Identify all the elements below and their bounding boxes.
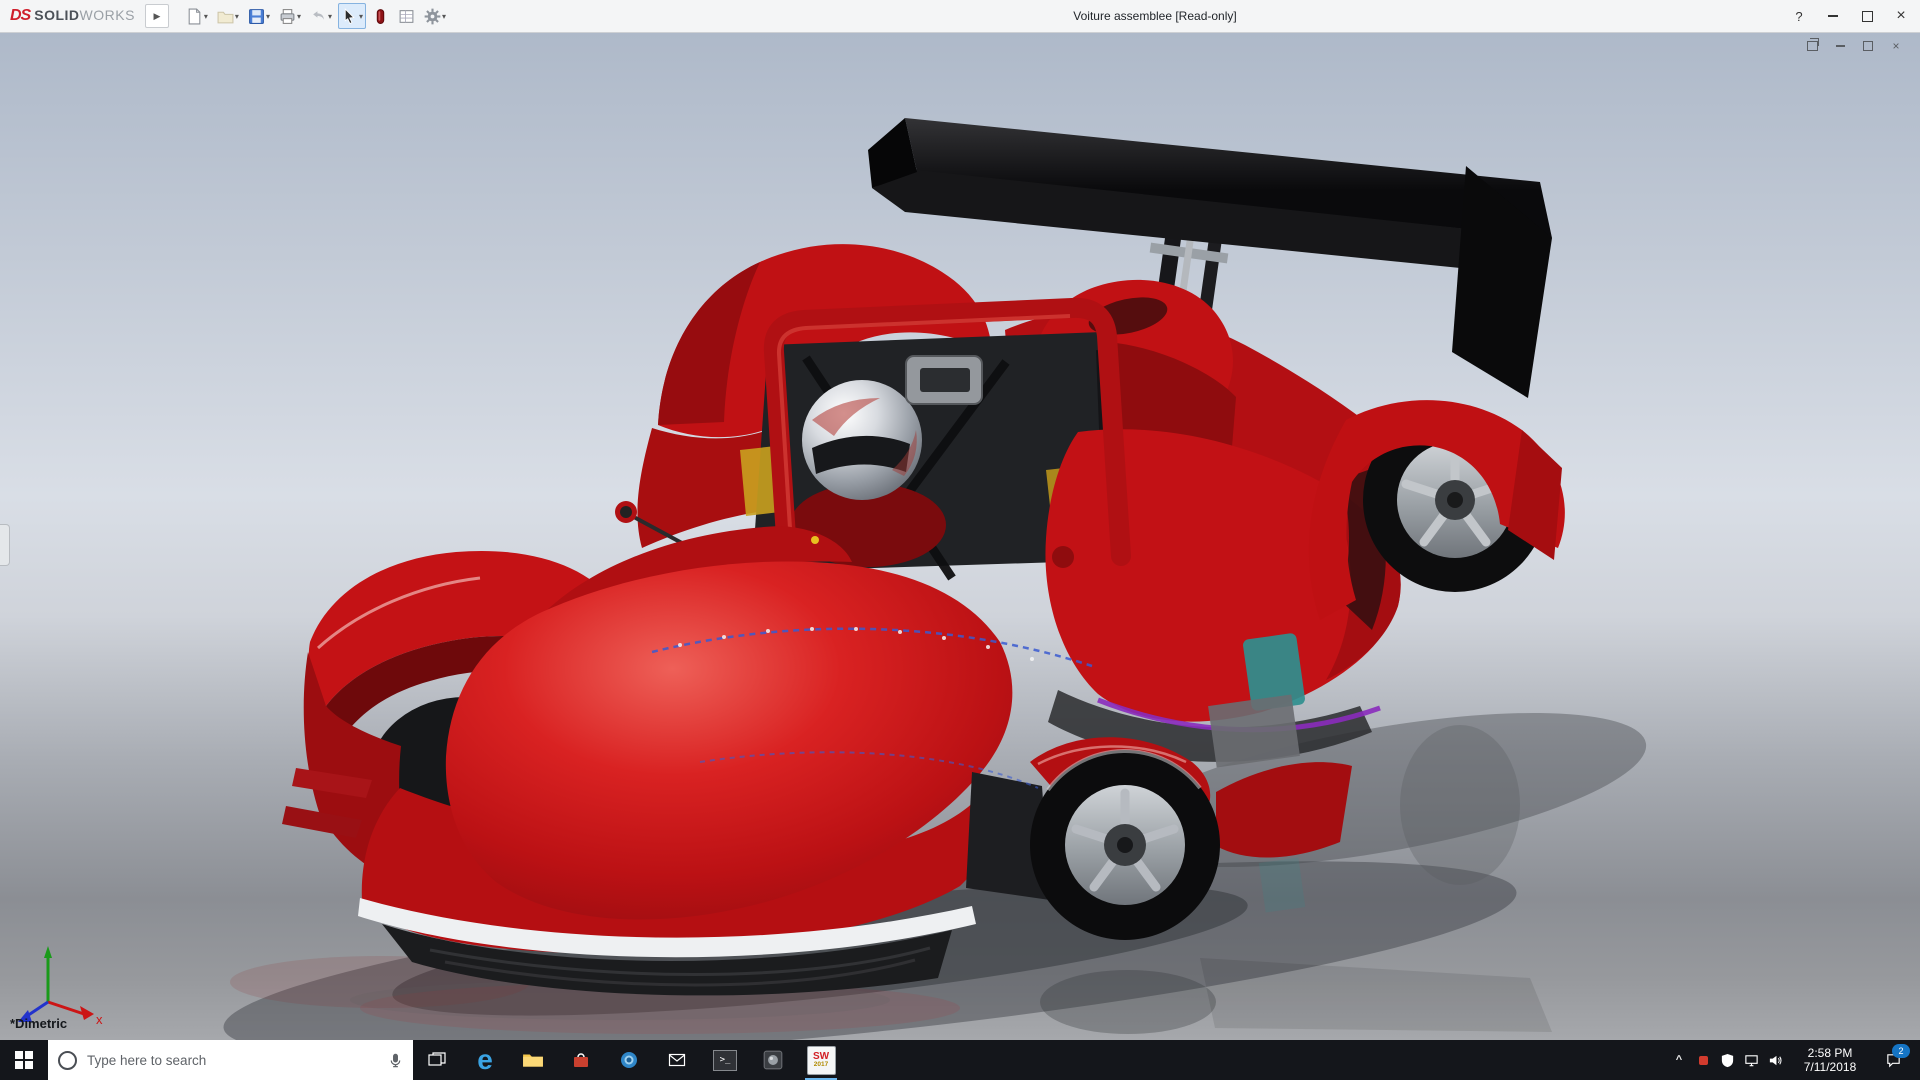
restore-button[interactable] xyxy=(1850,0,1884,32)
options-button[interactable]: ▾ xyxy=(421,3,449,29)
menu-expand-button[interactable]: ▶ xyxy=(144,4,169,28)
dropdown-arrow-icon[interactable]: ▾ xyxy=(204,12,208,21)
start-button[interactable] xyxy=(0,1040,48,1080)
browser-icon xyxy=(621,1052,637,1068)
quick-access-toolbar: ▾ ▾ ▾ ▾ ▾ ▾ ▾ xyxy=(183,3,449,29)
doc-close-button[interactable]: × xyxy=(1888,38,1904,54)
shield-icon xyxy=(1721,1053,1733,1067)
taskbar-mail-button[interactable] xyxy=(653,1040,701,1080)
notification-badge: 2 xyxy=(1892,1044,1910,1058)
clock-date: 7/11/2018 xyxy=(1803,1060,1857,1074)
open-button[interactable]: ▾ xyxy=(214,3,242,29)
dropdown-arrow-icon[interactable]: ▾ xyxy=(297,12,301,21)
doc-minimize-button[interactable] xyxy=(1832,38,1848,54)
solidworks-logo: DS SOLID WORKS xyxy=(0,7,135,25)
microphone-icon[interactable] xyxy=(388,1053,403,1068)
edge-icon: e xyxy=(477,1044,493,1075)
new-document-button[interactable]: ▾ xyxy=(183,3,211,29)
panel-collapse-handle[interactable] xyxy=(0,524,10,566)
new-document-icon xyxy=(188,8,201,24)
brand-solid: SOLID xyxy=(34,7,80,23)
tray-volume-button[interactable] xyxy=(1763,1040,1787,1080)
minimize-icon xyxy=(1828,15,1838,17)
tray-network-button[interactable] xyxy=(1739,1040,1763,1080)
save-button[interactable]: ▾ xyxy=(245,3,273,29)
cursor-icon xyxy=(344,7,355,24)
restore-icon xyxy=(1861,10,1873,22)
task-view-icon xyxy=(428,1052,446,1066)
mail-icon xyxy=(668,1053,686,1067)
ds-emblem-icon: DS xyxy=(10,7,31,24)
sheet-grid-icon xyxy=(399,9,414,23)
rebuild-button[interactable] xyxy=(369,3,392,29)
store-icon xyxy=(574,1053,588,1067)
viewer-app-icon xyxy=(763,1050,783,1070)
print-button[interactable]: ▾ xyxy=(276,3,304,29)
window-controls: ? × xyxy=(1782,0,1918,32)
printer-icon xyxy=(280,8,295,24)
orientation-triad: x xyxy=(18,946,103,1027)
taskbar-terminal-button[interactable]: >_ xyxy=(701,1040,749,1080)
triad-x-label: x xyxy=(96,1012,103,1027)
front-right-wheel[interactable] xyxy=(1030,748,1220,940)
taskbar-file-explorer-button[interactable] xyxy=(509,1040,557,1080)
view-orientation-label: *Dimetric xyxy=(10,1016,68,1031)
taskbar-store-button[interactable] xyxy=(557,1040,605,1080)
restore-icon xyxy=(1863,41,1873,51)
titlebar: DS SOLID WORKS ▶ ▾ ▾ ▾ ▾ ▾ ▾ ▾ Voiture a… xyxy=(0,0,1920,33)
model-viewport-canvas[interactable]: x xyxy=(0,0,1920,1080)
undo-arrow-icon xyxy=(313,10,324,20)
taskbar-clock[interactable]: 2:58 PM 7/11/2018 xyxy=(1791,1046,1869,1074)
help-button[interactable]: ? xyxy=(1782,0,1816,32)
doc-restore-button[interactable] xyxy=(1860,38,1876,54)
save-floppy-icon xyxy=(249,8,264,24)
taskbar-solidworks-button[interactable]: SW 2017 xyxy=(797,1040,845,1080)
terminal-icon: >_ xyxy=(713,1049,737,1071)
cortana-icon xyxy=(58,1050,77,1070)
chevron-up-icon: ^ xyxy=(1675,1054,1683,1066)
brand-works: WORKS xyxy=(79,7,135,23)
document-window-controls: × xyxy=(1804,38,1904,54)
taskbar-viewer-button[interactable] xyxy=(749,1040,797,1080)
file-explorer-icon xyxy=(523,1054,543,1067)
network-icon xyxy=(1744,1054,1758,1066)
taskbar-edge-button[interactable]: e xyxy=(461,1040,509,1080)
dropdown-arrow-icon[interactable]: ▾ xyxy=(266,12,270,21)
search-input[interactable] xyxy=(85,1051,380,1069)
action-center-button[interactable]: 2 xyxy=(1873,1040,1913,1080)
sheet-properties-button[interactable] xyxy=(395,3,418,29)
taskbar-browser-button[interactable] xyxy=(605,1040,653,1080)
system-tray: ^ 2:58 PM 7/11/2018 2 xyxy=(1667,1040,1920,1080)
undo-button[interactable]: ▾ xyxy=(307,3,335,29)
expand-arrow-icon: ▶ xyxy=(153,10,161,21)
tray-chevron-button[interactable]: ^ xyxy=(1667,1040,1691,1080)
solidworks-app-icon: SW 2017 xyxy=(806,1045,836,1075)
select-tool-button[interactable]: ▾ xyxy=(337,3,366,29)
windows-logo-icon xyxy=(15,1051,33,1069)
minimize-button[interactable] xyxy=(1816,0,1850,32)
dropdown-arrow-icon[interactable]: ▾ xyxy=(328,12,332,21)
taskbar-search[interactable] xyxy=(48,1040,413,1080)
hood-marker-dot xyxy=(811,536,819,544)
dropdown-arrow-icon[interactable]: ▾ xyxy=(359,12,363,21)
tray-security-button[interactable] xyxy=(1715,1040,1739,1080)
open-folder-icon xyxy=(217,11,234,23)
clock-time: 2:58 PM xyxy=(1807,1046,1853,1060)
doc-cascade-button[interactable] xyxy=(1804,38,1820,54)
task-view-button[interactable] xyxy=(413,1040,461,1080)
speaker-icon xyxy=(1769,1055,1782,1065)
taskbar: e >_ SW 2017 ^ 2:58 PM xyxy=(0,1040,1920,1080)
window-title: Voiture assemblee [Read-only] xyxy=(1073,9,1237,23)
dropdown-arrow-icon[interactable]: ▾ xyxy=(442,12,446,21)
close-button[interactable]: × xyxy=(1884,0,1918,32)
minimize-icon xyxy=(1835,45,1845,47)
rebuild-icon xyxy=(376,8,385,24)
cascade-icon xyxy=(1806,38,1819,51)
tray-app-icon xyxy=(1698,1055,1708,1065)
dropdown-arrow-icon[interactable]: ▾ xyxy=(235,12,239,21)
tray-app-button[interactable] xyxy=(1691,1040,1715,1080)
gear-icon xyxy=(424,8,441,24)
